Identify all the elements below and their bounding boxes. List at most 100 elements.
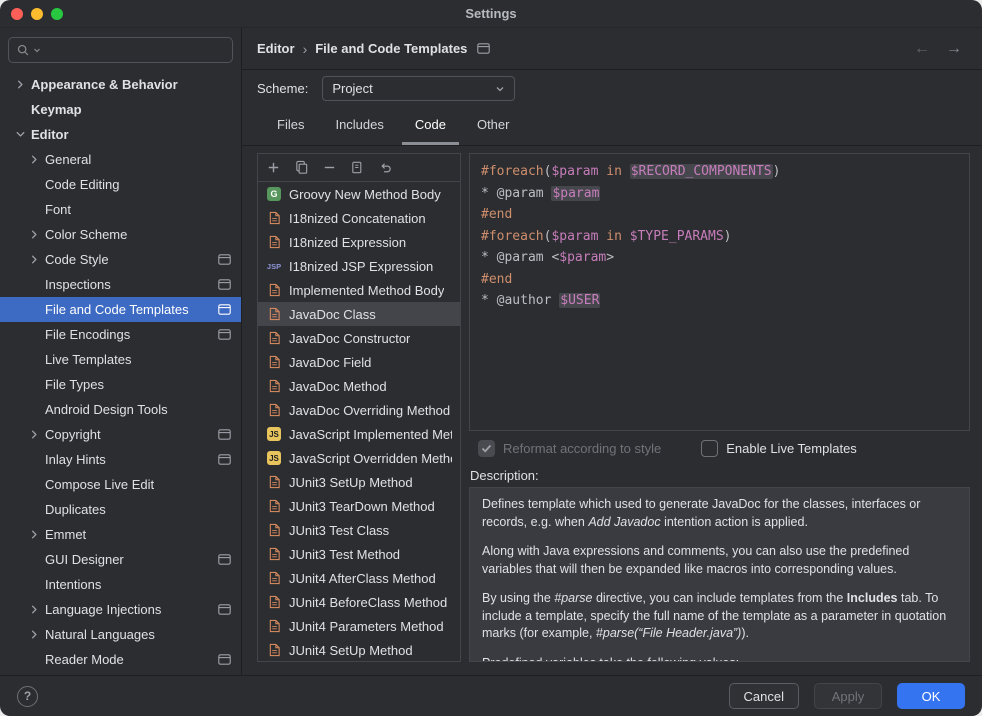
template-item-junit4-afterclass-method[interactable]: JUnit4 AfterClass Method [258, 566, 460, 590]
template-item-junit4-parameters-method[interactable]: JUnit4 Parameters Method [258, 614, 460, 638]
template-item-junit3-test-method[interactable]: JUnit3 Test Method [258, 542, 460, 566]
sidebar-item-natural-languages[interactable]: Natural Languages [0, 622, 241, 647]
chevron-spacer [27, 177, 45, 193]
enable-live-templates-label: Enable Live Templates [726, 441, 857, 456]
template-item-javadoc-class[interactable]: JavaDoc Class [258, 302, 460, 326]
template-item-label: JavaDoc Overriding Method [289, 403, 450, 418]
zoom-window-button[interactable] [51, 8, 63, 20]
code-line: * @author $USER [481, 290, 958, 312]
template-item-label: JavaScript Overridden Metho [289, 451, 452, 466]
template-item-javadoc-field[interactable]: JavaDoc Field [258, 350, 460, 374]
sidebar-item-gui-designer[interactable]: GUI Designer [0, 547, 241, 572]
tab-other[interactable]: Other [464, 107, 523, 145]
template-item-javascript-overridden-metho[interactable]: JSJavaScript Overridden Metho [258, 446, 460, 470]
titlebar[interactable]: Settings [0, 0, 982, 28]
add-icon[interactable] [265, 159, 282, 176]
chevron-right-icon[interactable] [27, 527, 45, 543]
code-line: #end [481, 269, 958, 291]
sidebar-item-editor[interactable]: Editor [0, 122, 241, 147]
settings-main: Editor › File and Code Templates ← → Sch… [242, 28, 982, 675]
sidebar-item-file-and-code-templates[interactable]: File and Code Templates [0, 297, 241, 322]
sidebar-item-file-types[interactable]: File Types [0, 372, 241, 397]
sidebar-item-label: Code Editing [45, 177, 119, 192]
copy-icon[interactable] [293, 159, 310, 176]
close-window-button[interactable] [11, 8, 23, 20]
scheme-selected-value: Project [332, 81, 489, 96]
sidebar-item-reader-mode[interactable]: Reader Mode [0, 647, 241, 672]
template-item-junit3-setup-method[interactable]: JUnit3 SetUp Method [258, 470, 460, 494]
template-item-javadoc-overriding-method[interactable]: JavaDoc Overriding Method [258, 398, 460, 422]
sidebar-item-language-injections[interactable]: Language Injections [0, 597, 241, 622]
sidebar-item-appearance-behavior[interactable]: Appearance & Behavior [0, 72, 241, 97]
template-item-junit4-setup-method[interactable]: JUnit4 SetUp Method [258, 638, 460, 661]
template-item-groovy-new-method-body[interactable]: GGroovy New Method Body [258, 182, 460, 206]
template-item-label: JavaScript Implemented Met [289, 427, 452, 442]
sidebar-item-inlay-hints[interactable]: Inlay Hints [0, 447, 241, 472]
sidebar-item-inspections[interactable]: Inspections [0, 272, 241, 297]
sidebar-item-android-design-tools[interactable]: Android Design Tools [0, 397, 241, 422]
screen-badge-icon [218, 654, 231, 665]
breadcrumb: Editor › File and Code Templates [257, 41, 490, 57]
sidebar-item-compose-live-edit[interactable]: Compose Live Edit [0, 472, 241, 497]
back-arrow-button[interactable]: ← [914, 40, 930, 58]
sidebar-item-code-style[interactable]: Code Style [0, 247, 241, 272]
tab-includes[interactable]: Includes [322, 107, 396, 145]
sidebar-item-font[interactable]: Font [0, 197, 241, 222]
help-button[interactable]: ? [17, 686, 38, 707]
enable-live-templates-checkbox[interactable]: Enable Live Templates [701, 440, 857, 457]
sidebar-item-duplicates[interactable]: Duplicates [0, 497, 241, 522]
template-item-label: JUnit4 SetUp Method [289, 643, 413, 658]
javascript-icon: JS [267, 427, 281, 441]
template-item-i18nized-jsp-expression[interactable]: JSPI18nized JSP Expression [258, 254, 460, 278]
tab-files[interactable]: Files [264, 107, 317, 145]
template-item-junit4-beforeclass-method[interactable]: JUnit4 BeforeClass Method [258, 590, 460, 614]
minimize-window-button[interactable] [31, 8, 43, 20]
apply-button[interactable]: Apply [814, 683, 882, 709]
template-item-javadoc-method[interactable]: JavaDoc Method [258, 374, 460, 398]
template-item-junit3-teardown-method[interactable]: JUnit3 TearDown Method [258, 494, 460, 518]
sidebar-item-copyright[interactable]: Copyright [0, 422, 241, 447]
sidebar-item-intentions[interactable]: Intentions [0, 572, 241, 597]
sidebar-item-keymap[interactable]: Keymap [0, 97, 241, 122]
settings-search-input[interactable] [8, 37, 233, 63]
chevron-down-icon[interactable] [13, 127, 31, 143]
template-item-javadoc-constructor[interactable]: JavaDoc Constructor [258, 326, 460, 350]
sidebar-item-label: Android Design Tools [45, 402, 168, 417]
chevron-right-icon[interactable] [13, 77, 31, 93]
remove-icon[interactable] [321, 159, 338, 176]
revert-icon[interactable] [377, 159, 394, 176]
forward-arrow-button[interactable]: → [946, 40, 962, 58]
sidebar-item-general[interactable]: General [0, 147, 241, 172]
template-item-i18nized-concatenation[interactable]: I18nized Concatenation [258, 206, 460, 230]
template-file-icon [266, 378, 282, 394]
description-box[interactable]: Defines template which used to generate … [469, 487, 970, 662]
template-file-icon [266, 210, 282, 226]
cancel-button[interactable]: Cancel [729, 683, 799, 709]
sidebar-item-file-encodings[interactable]: File Encodings [0, 322, 241, 347]
template-editor[interactable]: #foreach($param in $RECORD_COMPONENTS) *… [469, 153, 970, 431]
sidebar-item-color-scheme[interactable]: Color Scheme [0, 222, 241, 247]
sidebar-item-live-templates[interactable]: Live Templates [0, 347, 241, 372]
duplicate-icon[interactable] [349, 159, 366, 176]
reformat-checkbox[interactable]: Reformat according to style [478, 440, 661, 457]
sidebar-item-emmet[interactable]: Emmet [0, 522, 241, 547]
chevron-right-icon[interactable] [27, 227, 45, 243]
template-item-implemented-method-body[interactable]: Implemented Method Body [258, 278, 460, 302]
ok-button[interactable]: OK [897, 683, 965, 709]
chevron-right-icon[interactable] [27, 252, 45, 268]
chevron-right-icon[interactable] [27, 152, 45, 168]
chevron-right-icon[interactable] [27, 602, 45, 618]
breadcrumb-root[interactable]: Editor [257, 41, 295, 56]
tab-code[interactable]: Code [402, 107, 459, 145]
chevron-right-icon[interactable] [27, 627, 45, 643]
template-item-javascript-implemented-met[interactable]: JS JavaScript Implemented Met [258, 422, 460, 446]
chevron-spacer [27, 577, 45, 593]
chevron-right-icon[interactable] [27, 427, 45, 443]
template-item-junit3-test-class[interactable]: JUnit3 Test Class [258, 518, 460, 542]
template-file-icon [266, 474, 282, 490]
template-file-icon [266, 306, 282, 322]
sidebar-item-code-editing[interactable]: Code Editing [0, 172, 241, 197]
template-item-i18nized-expression[interactable]: I18nized Expression [258, 230, 460, 254]
scheme-select[interactable]: Project [322, 76, 515, 101]
chevron-spacer [27, 302, 45, 318]
